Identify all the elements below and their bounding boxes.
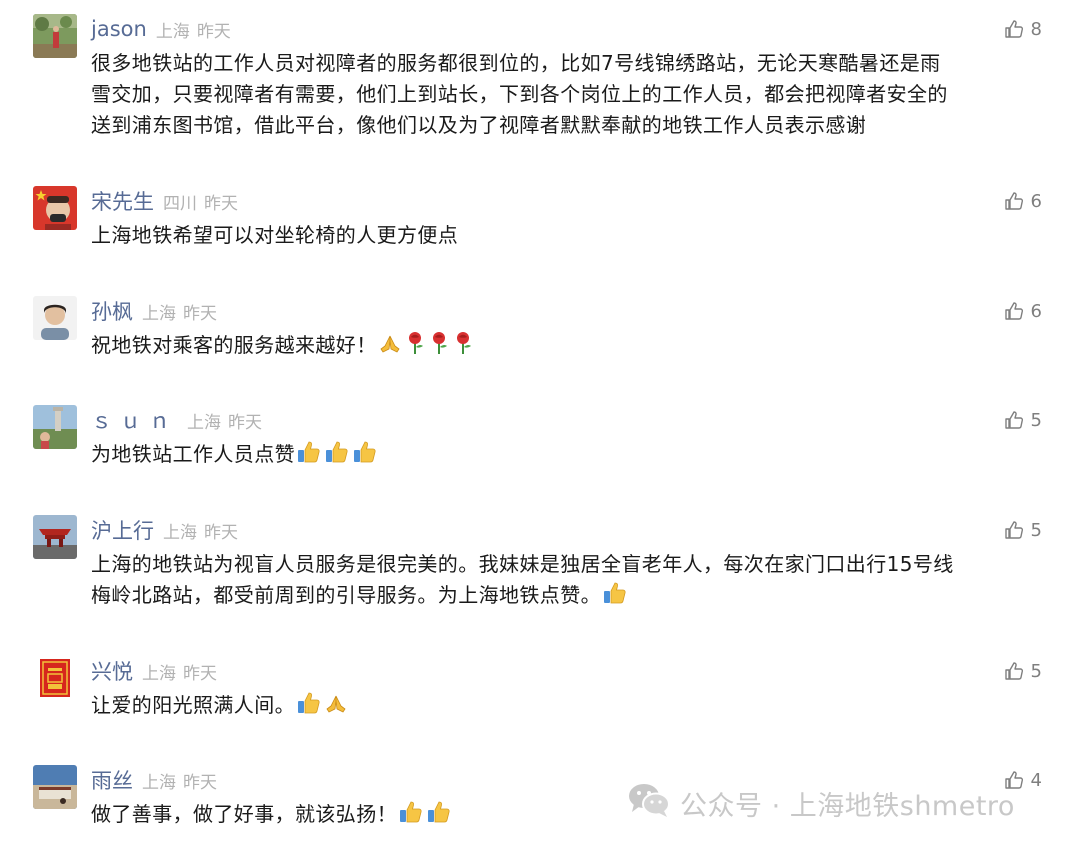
nickname[interactable]: 兴悦 xyxy=(91,656,133,686)
thumbs-up-icon xyxy=(1004,410,1024,430)
comment-line-text: 祝地铁对乘客的服务越来越好！ xyxy=(91,333,377,357)
comment-line: 让爱的阳光照满人间。 xyxy=(91,690,1041,724)
timestamp: 昨天 xyxy=(183,772,217,793)
like-button[interactable]: 5 xyxy=(1004,407,1042,433)
thumbs-up-icon xyxy=(1004,520,1024,540)
nickname[interactable]: 孙枫 xyxy=(91,296,133,326)
avatar[interactable] xyxy=(33,765,77,809)
location: 四川 xyxy=(163,193,197,214)
comment-text: 很多地铁站的工作人员对视障者的服务都很到位的，比如7号线锦绣路站，无论天寒酷暑还… xyxy=(91,48,1041,141)
avatar[interactable] xyxy=(33,656,77,700)
like-count: 5 xyxy=(1030,660,1042,682)
rose-emoji xyxy=(452,331,474,364)
location: 上海 xyxy=(142,772,176,793)
comment-text: 为地铁站工作人员点赞 xyxy=(91,439,1041,473)
nickname[interactable]: ｓｕｎ xyxy=(91,405,178,435)
location: 上海 xyxy=(142,303,176,324)
comments-page: jason 上海 昨天 8 很多地铁站的工作人员对视障者的服务都很到位的，比如7… xyxy=(0,0,1080,847)
comment-text: 祝地铁对乘客的服务越来越好！ xyxy=(91,330,1041,364)
avatar[interactable] xyxy=(33,405,77,449)
like-count: 6 xyxy=(1030,190,1042,212)
comment-text: 上海的地铁站为视盲人员服务是很完美的。我妹妹是独居全盲老年人，每次在家门口出行1… xyxy=(91,549,1041,614)
thumbs-up-icon xyxy=(1004,19,1024,39)
rose-emoji xyxy=(404,331,426,364)
comment-text: 让爱的阳光照满人间。 xyxy=(91,690,1041,724)
like-count: 6 xyxy=(1030,300,1042,322)
like-button[interactable]: 5 xyxy=(1004,658,1042,684)
thumbs-up-icon xyxy=(1004,661,1024,681)
avatar[interactable] xyxy=(33,296,77,340)
thumbs-up-icon xyxy=(1004,191,1024,211)
comment-text: 上海地铁希望可以对坐轮椅的人更方便点 xyxy=(91,220,1041,251)
nickname[interactable]: 雨丝 xyxy=(91,765,133,795)
thumbs-up-icon xyxy=(1004,301,1024,321)
wechat-icon xyxy=(628,782,680,825)
like-button[interactable]: 6 xyxy=(1004,298,1042,324)
like-count: 5 xyxy=(1030,519,1042,541)
timestamp: 昨天 xyxy=(204,193,238,214)
comment-line: 梅岭北路站，都受前周到的引导服务。为上海地铁点赞。 xyxy=(91,580,1041,614)
nickname[interactable]: 沪上行 xyxy=(91,515,154,545)
comment-line: 雪交加，只要视障者有需要，他们上到站长，下到各个岗位上的工作人员，都会把视障者安… xyxy=(91,82,948,106)
comment-line-text: 为地铁站工作人员点赞 xyxy=(91,442,295,466)
comment-line: 送到浦东图书馆，借此平台，像他们以及为了视障者默默奉献的地铁工作人员表示感谢 xyxy=(91,113,867,137)
comment-line: 祝地铁对乘客的服务越来越好！ xyxy=(91,330,1041,364)
pray-emoji xyxy=(324,693,348,724)
timestamp: 昨天 xyxy=(196,21,231,42)
location: 上海 xyxy=(155,21,190,42)
location: 上海 xyxy=(163,522,197,543)
avatar[interactable] xyxy=(33,186,77,230)
comment-line: 上海的地铁站为视盲人员服务是很完美的。我妹妹是独居全盲老年人，每次在家门口出行1… xyxy=(91,552,954,576)
like-count: 4 xyxy=(1030,769,1042,791)
comment-line-text: 让爱的阳光照满人间。 xyxy=(91,693,295,717)
location: 上海 xyxy=(187,412,221,433)
thumbs-up-emoji xyxy=(324,440,350,473)
location: 上海 xyxy=(142,663,176,684)
nickname[interactable]: 宋先生 xyxy=(91,186,154,216)
rose-emoji xyxy=(428,331,450,364)
timestamp: 昨天 xyxy=(183,303,217,324)
like-button[interactable]: 6 xyxy=(1004,188,1042,214)
comment-line: 很多地铁站的工作人员对视障者的服务都很到位的，比如7号线锦绣路站，无论天寒酷暑还… xyxy=(91,51,941,75)
like-button[interactable]: 8 xyxy=(1004,16,1042,42)
thumbs-up-emoji xyxy=(602,581,628,614)
thumbs-up-emoji xyxy=(426,800,452,833)
avatar[interactable] xyxy=(33,515,77,559)
like-button[interactable]: 5 xyxy=(1004,517,1042,543)
timestamp: 昨天 xyxy=(183,663,217,684)
like-count: 8 xyxy=(1030,18,1042,40)
thumbs-up-emoji xyxy=(296,691,322,724)
avatar[interactable] xyxy=(33,14,77,58)
timestamp: 昨天 xyxy=(228,412,262,433)
thumbs-up-emoji xyxy=(296,440,322,473)
comment-line-text: 做了善事，做了好事，就该弘扬！ xyxy=(91,802,397,826)
watermark: 公众号 · 上海地铁shmetro xyxy=(628,782,1015,825)
nickname[interactable]: jason xyxy=(91,17,147,41)
thumbs-up-emoji xyxy=(398,800,424,833)
comment-line: 上海地铁希望可以对坐轮椅的人更方便点 xyxy=(91,223,459,247)
comment-line: 为地铁站工作人员点赞 xyxy=(91,439,1041,473)
comment-line-text: 梅岭北路站，都受前周到的引导服务。为上海地铁点赞。 xyxy=(91,583,601,607)
watermark-text: 公众号 · 上海地铁shmetro xyxy=(680,790,1015,822)
thumbs-up-emoji xyxy=(352,440,378,473)
pray-emoji xyxy=(378,333,402,364)
like-count: 5 xyxy=(1030,409,1042,431)
timestamp: 昨天 xyxy=(204,522,238,543)
